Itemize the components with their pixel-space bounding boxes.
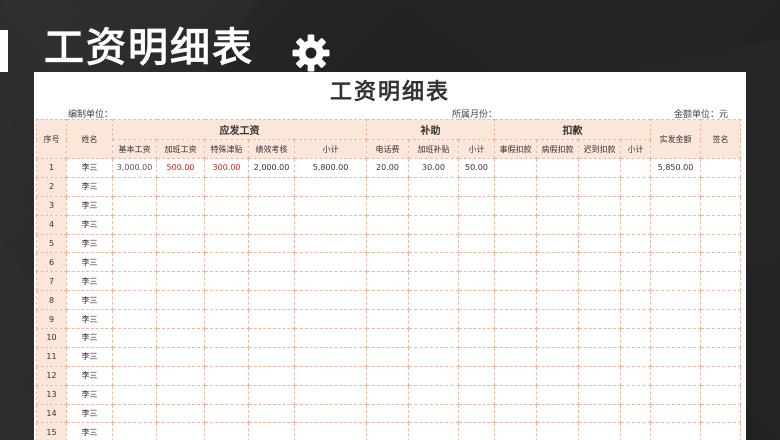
- cell-index: 7: [36, 271, 67, 292]
- table-row[interactable]: 7 李三: [36, 271, 741, 292]
- header-index: 序号: [36, 119, 67, 159]
- table-row[interactable]: 11 李三: [36, 346, 741, 367]
- cell-special-allowance[interactable]: 300.00: [204, 158, 249, 178]
- slide-title: 工资明细表: [44, 25, 254, 71]
- header-net: 实发金额: [650, 119, 701, 159]
- table-row[interactable]: 15 李三: [36, 422, 741, 440]
- cell-name[interactable]: 李三: [66, 365, 113, 386]
- header-performance: 绩效考核: [248, 139, 295, 159]
- header-salary-subtotal: 小计: [294, 139, 367, 159]
- salary-sheet: 工资明细表 编制单位： 所属月份： 金额单位：元 序号 姓名 应发工资 补助 扣…: [34, 72, 746, 440]
- table-row[interactable]: 1 李三 3,000.00 500.00 300.00 2,000.00 5,8…: [36, 158, 741, 178]
- cell-overtime-allowance[interactable]: 30.00: [408, 158, 459, 178]
- cell-late[interactable]: [578, 158, 621, 178]
- table-row[interactable]: 9 李三: [36, 309, 741, 330]
- header-group-deduction: 扣款: [494, 119, 651, 140]
- cell-index: 5: [36, 233, 67, 254]
- cell-index: 4: [36, 214, 67, 235]
- cell-allowance-subtotal[interactable]: 50.00: [458, 158, 495, 178]
- cell-index: 6: [36, 252, 67, 273]
- cell-name[interactable]: 李三: [66, 233, 113, 254]
- cell-name[interactable]: 李三: [66, 214, 113, 235]
- cell-name[interactable]: 李三: [66, 422, 113, 440]
- header-base-salary: 基本工资: [112, 139, 157, 159]
- cell-index: 9: [36, 309, 67, 330]
- header-sign: 签名: [700, 119, 741, 159]
- cell-index: 12: [36, 365, 67, 386]
- table-row[interactable]: 8 李三: [36, 290, 741, 311]
- cell-deduction-subtotal[interactable]: [620, 158, 651, 178]
- cell-net[interactable]: 5,850.00: [650, 158, 701, 178]
- cell-name[interactable]: 李三: [66, 290, 113, 311]
- cell-name[interactable]: 李三: [66, 403, 113, 424]
- cell-index: 8: [36, 290, 67, 311]
- cell-index: 3: [36, 195, 67, 216]
- table-row[interactable]: 2 李三: [36, 176, 741, 197]
- cell-name[interactable]: 李三: [66, 328, 113, 348]
- header-special-allowance: 特殊津贴: [204, 139, 249, 159]
- title-accent-bar: [0, 30, 8, 72]
- cell-performance[interactable]: 2,000.00: [248, 158, 295, 178]
- cell-index: 2: [36, 176, 67, 197]
- cell-index: 13: [36, 384, 67, 405]
- table-row[interactable]: 5 李三: [36, 233, 741, 254]
- cell-name[interactable]: 李三: [66, 252, 113, 273]
- table-row[interactable]: 6 李三: [36, 252, 741, 273]
- header-deduction-subtotal: 小计: [620, 139, 651, 159]
- table-row[interactable]: 14 李三: [36, 403, 741, 424]
- header-sick-leave: 病假扣款: [536, 139, 579, 159]
- cell-phone-fee[interactable]: 20.00: [366, 158, 409, 178]
- salary-table: 序号 姓名 应发工资 补助 扣款 实发金额 签名 基本工资 加班工资 特殊津贴 …: [36, 119, 741, 440]
- cell-index: 11: [36, 346, 67, 367]
- table-row[interactable]: 12 李三: [36, 365, 741, 386]
- header-group-allowance: 补助: [366, 119, 495, 140]
- cell-sick-leave[interactable]: [536, 158, 579, 178]
- cell-name[interactable]: 李三: [66, 309, 113, 330]
- cell-index: 14: [36, 403, 67, 424]
- cell-base-salary[interactable]: 3,000.00: [112, 158, 157, 178]
- header-personal-leave: 事假扣款: [494, 139, 537, 159]
- header-group-salary: 应发工资: [112, 119, 367, 140]
- header-phone-fee: 电话费: [366, 139, 409, 159]
- cell-name[interactable]: 李三: [66, 271, 113, 292]
- cell-sign[interactable]: [700, 158, 741, 178]
- cell-name[interactable]: 李三: [66, 195, 113, 216]
- cell-name[interactable]: 李三: [66, 176, 113, 197]
- cell-name[interactable]: 李三: [66, 384, 113, 405]
- cell-index: 10: [36, 328, 67, 348]
- table-row[interactable]: 4 李三: [36, 214, 741, 235]
- header-allowance-subtotal: 小计: [458, 139, 495, 159]
- sheet-title: 工资明细表: [329, 80, 450, 105]
- cell-name[interactable]: 李三: [66, 158, 113, 178]
- table-row[interactable]: 13 李三: [36, 384, 741, 405]
- cell-index: 15: [36, 422, 67, 440]
- header-name: 姓名: [66, 119, 113, 159]
- table-row[interactable]: 10 李三: [36, 328, 741, 348]
- gear-icon: [292, 34, 330, 72]
- cell-personal-leave[interactable]: [494, 158, 537, 178]
- header-overtime-pay: 加班工资: [156, 139, 205, 159]
- cell-name[interactable]: 李三: [66, 346, 113, 367]
- cell-salary-subtotal[interactable]: 5,800.00: [294, 158, 367, 178]
- header-overtime-allowance: 加班补贴: [408, 139, 459, 159]
- cell-overtime-pay[interactable]: 500.00: [156, 158, 205, 178]
- table-row[interactable]: 3 李三: [36, 195, 741, 216]
- cell-index: 1: [36, 158, 67, 178]
- header-late: 迟到扣款: [578, 139, 621, 159]
